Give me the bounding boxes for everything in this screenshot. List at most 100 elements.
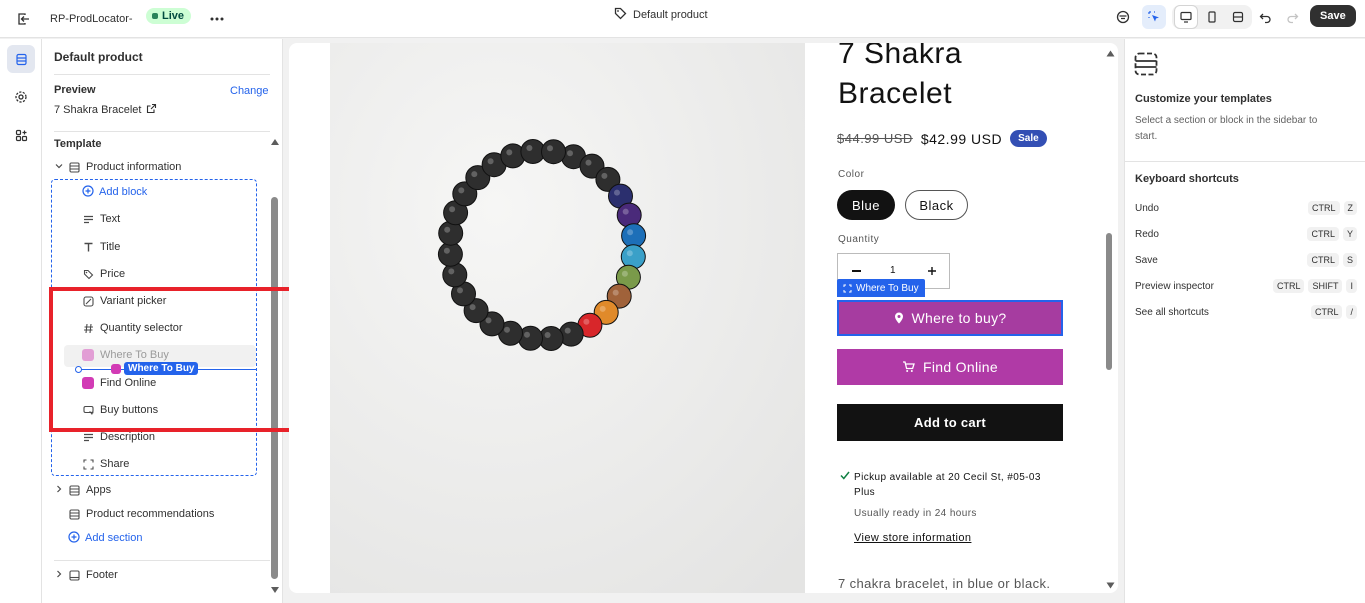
bead-highlight [506, 149, 513, 156]
live-dot-icon [152, 13, 158, 19]
bead-highlight [449, 206, 456, 213]
save-button[interactable]: Save [1310, 5, 1356, 27]
bead [616, 202, 642, 228]
section-product-recommendations[interactable]: Product recommendations [68, 507, 214, 521]
block-text[interactable]: Text [82, 212, 120, 226]
quantity-label: Quantity [838, 234, 880, 245]
title-icon [82, 241, 94, 253]
bead-highlight [622, 208, 629, 215]
divider [54, 560, 270, 561]
highlight-box [49, 287, 294, 432]
section-apps[interactable]: Apps [55, 483, 111, 497]
section-product-information[interactable]: Product information [55, 160, 181, 174]
product-description: 7 chakra bracelet, in blue or black. [838, 576, 1051, 591]
bead-highlight [612, 289, 619, 296]
add-to-cart-button[interactable]: Add to cart [837, 404, 1063, 441]
color-option-blue[interactable]: Blue [837, 190, 895, 220]
bead-highlight [504, 326, 510, 333]
desktop-view-icon[interactable] [1174, 5, 1198, 29]
bead-highlight [443, 247, 450, 254]
minus-icon[interactable] [852, 270, 861, 272]
bead-highlight [485, 317, 492, 324]
bead-highlight [626, 250, 633, 257]
shortcut-see-all[interactable]: See all shortcuts CTRL / [1135, 304, 1357, 320]
more-icon[interactable] [205, 7, 229, 31]
external-link-icon[interactable] [146, 103, 157, 117]
scroll-down-icon[interactable] [270, 585, 280, 597]
product-title: 7 Shakra Bracelet [838, 43, 963, 110]
top-bar: RP-ProdLocator- Live Default product Sav… [0, 0, 1365, 38]
bead-highlight [444, 226, 451, 233]
bead-highlight [601, 172, 608, 179]
color-option-black[interactable]: Black [905, 190, 968, 220]
map-pin-icon [894, 312, 903, 324]
customize-subtext: Select a section or block in the sidebar… [1135, 115, 1318, 142]
preview-scroll-up-icon[interactable] [1106, 48, 1115, 60]
plus-icon[interactable] [927, 266, 937, 279]
preview-product-name: 7 Shakra Bracelet [54, 104, 142, 116]
redo-icon[interactable] [1280, 5, 1304, 29]
text-icon [82, 213, 94, 225]
add-block-button[interactable]: Add block [82, 184, 147, 199]
theme-inspector-icon[interactable] [1111, 5, 1135, 29]
bead [437, 241, 463, 267]
shortcut-redo: Redo CTRL Y [1135, 226, 1357, 242]
block-description[interactable]: Description [82, 430, 155, 444]
find-online-button[interactable]: Find Online [837, 349, 1063, 385]
fullscreen-view-icon[interactable] [1226, 5, 1250, 29]
section-icon [68, 161, 80, 173]
bead-highlight [524, 331, 530, 338]
block-share[interactable]: Share [82, 457, 129, 471]
left-rail [0, 39, 42, 603]
where-to-buy-button[interactable]: Where to buy? [837, 300, 1063, 336]
bracelet-image [330, 43, 805, 593]
plus-circle-icon [68, 530, 80, 546]
block-title[interactable]: Title [82, 240, 120, 254]
add-section-button[interactable]: Add section [68, 530, 142, 546]
divider [1125, 161, 1365, 162]
bead-highlight [487, 158, 494, 165]
sale-price: $42.99 USD [920, 130, 1003, 147]
bead-highlight [564, 327, 571, 334]
preview-scrollbar[interactable] [1106, 233, 1112, 370]
change-preview-link[interactable]: Change [230, 85, 269, 97]
sections-icon[interactable] [7, 45, 35, 73]
bead-highlight [457, 287, 463, 294]
cart-icon [903, 361, 915, 372]
bead-highlight [583, 318, 590, 325]
scroll-up-icon[interactable] [270, 137, 280, 149]
chevron-right-icon[interactable] [55, 569, 63, 581]
share-icon [82, 458, 94, 470]
theme-settings-icon[interactable] [7, 83, 35, 111]
bead-highlight [448, 268, 455, 275]
bead [442, 262, 468, 288]
template-selector[interactable]: Default product [614, 7, 708, 22]
bead-highlight [614, 189, 620, 196]
color-label: Color [838, 169, 865, 180]
app-embeds-icon[interactable] [7, 121, 35, 149]
exit-icon[interactable] [12, 7, 36, 31]
shortcut-preview-inspector: Preview inspector CTRL SHIFT I [1135, 278, 1357, 294]
preview-scroll-down-icon[interactable] [1106, 580, 1115, 592]
section-icon [68, 484, 80, 496]
view-store-link[interactable]: View store information [854, 532, 971, 544]
select-cursor-icon[interactable] [1142, 5, 1166, 29]
price-tag-icon [82, 268, 94, 280]
bead-highlight [526, 145, 533, 151]
ready-time: Usually ready in 24 hours [854, 508, 977, 519]
bead [620, 244, 646, 270]
quantity-input[interactable]: 1 [890, 265, 896, 276]
bead [541, 139, 566, 165]
mobile-view-icon[interactable] [1200, 5, 1224, 29]
block-price[interactable]: Price [82, 267, 125, 281]
undo-icon[interactable] [1253, 5, 1277, 29]
section-footer[interactable]: Footer [55, 568, 118, 582]
storefront-preview: 7 Shakra Bracelet $44.99 USD $42.99 USD … [289, 43, 1118, 593]
bead-highlight [458, 187, 465, 194]
chevron-right-icon[interactable] [55, 484, 63, 496]
bead-highlight [621, 270, 628, 277]
bead [621, 223, 647, 249]
bead-highlight [547, 145, 553, 152]
bead-highlight [599, 305, 606, 312]
chevron-down-icon[interactable] [55, 161, 63, 173]
